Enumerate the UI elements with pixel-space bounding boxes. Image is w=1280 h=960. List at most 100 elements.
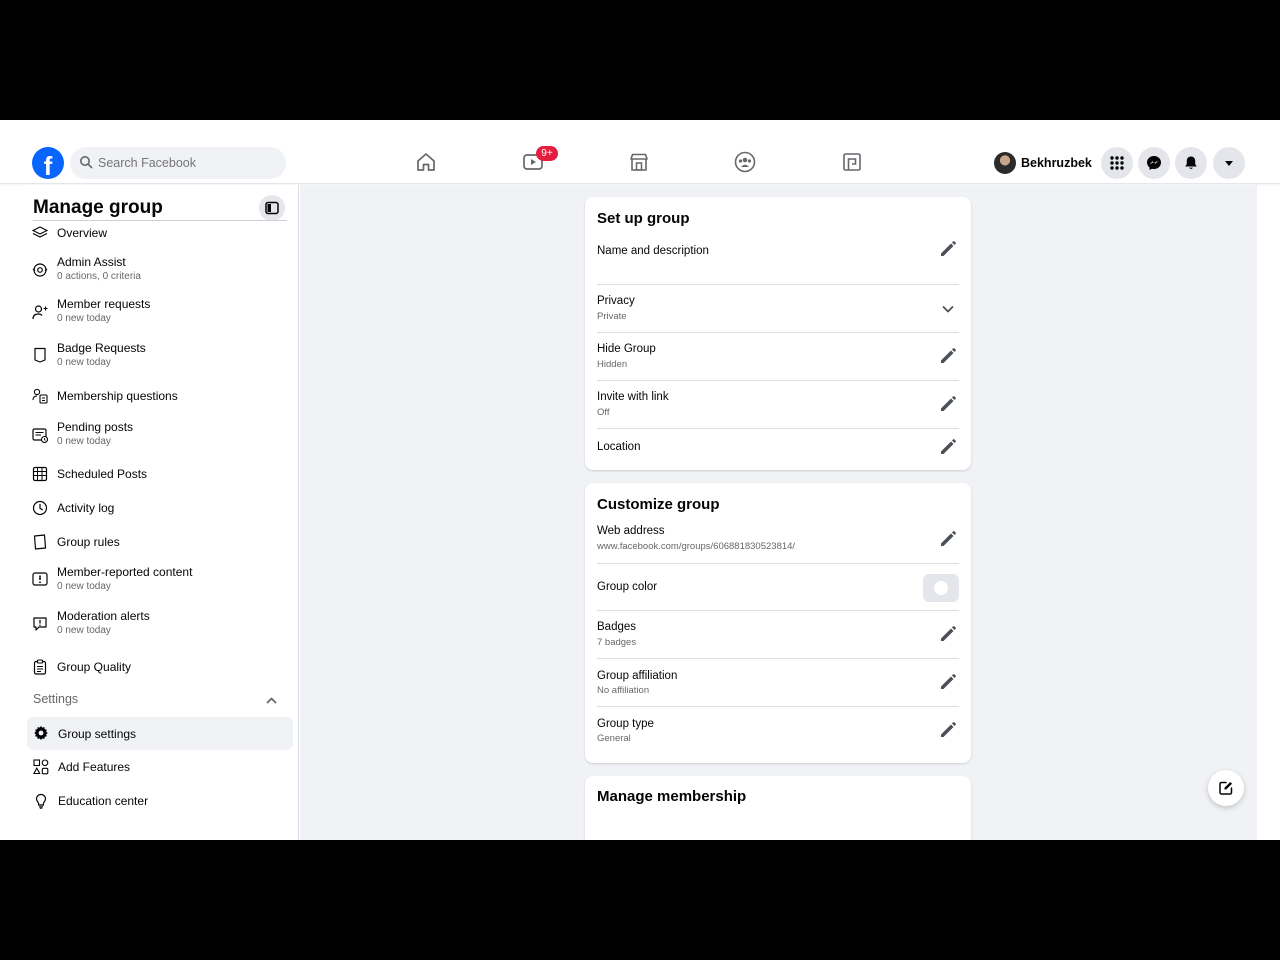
panel-toggle-icon <box>265 201 279 215</box>
pencil-icon[interactable] <box>937 345 959 367</box>
pencil-icon[interactable] <box>937 528 959 550</box>
sidebar-item-label: Pending posts <box>57 420 134 434</box>
sidebar-item-label: Badge Requests <box>57 341 146 355</box>
setting-label: Name and description <box>597 245 709 257</box>
sidebar-item-education-center[interactable]: Education center <box>27 788 293 814</box>
sidebar-item-label: Member requests <box>57 297 151 311</box>
setting-value: www.facebook.com/groups/606881830523814/ <box>597 541 796 552</box>
membership-questions-icon <box>32 388 48 404</box>
pencil-icon[interactable] <box>937 719 959 741</box>
setting-label: Invite with link <box>597 391 669 403</box>
search-input[interactable] <box>98 147 278 179</box>
sidebar-item-group-rules[interactable]: Group rules <box>26 530 292 554</box>
pencil-icon[interactable] <box>937 238 959 260</box>
lightbulb-icon <box>35 793 47 809</box>
color-dot <box>934 581 948 595</box>
notifications-button[interactable] <box>1175 147 1207 179</box>
customize-group-card: Customize group Web address www.facebook… <box>585 483 971 763</box>
account-button[interactable] <box>1213 147 1245 179</box>
sidebar-item-sublabel: 0 new today <box>57 313 111 324</box>
clipboard-icon <box>33 659 47 675</box>
chevron-down-icon[interactable] <box>937 298 959 320</box>
setup-group-card: Set up group Name and description Privac… <box>585 197 971 470</box>
setting-label: Group type <box>597 718 654 730</box>
facebook-logo-icon[interactable]: f <box>32 147 64 179</box>
shapes-icon <box>33 759 49 775</box>
layers-icon <box>32 226 48 238</box>
sidebar-item-pending-posts[interactable]: Pending posts 0 new today <box>26 417 292 451</box>
home-icon[interactable] <box>414 150 438 174</box>
gaming-icon[interactable] <box>840 150 864 174</box>
setting-row-web-address[interactable]: Web address www.facebook.com/groups/6068… <box>597 519 959 564</box>
messenger-button[interactable] <box>1138 147 1170 179</box>
sidebar-item-label: Add Features <box>58 760 131 774</box>
sidebar-item-activity-log[interactable]: Activity log <box>26 496 292 520</box>
pencil-icon[interactable] <box>937 671 959 693</box>
sidebar-item-label: Education center <box>58 794 149 808</box>
messenger-icon <box>1147 156 1161 170</box>
sidebar-divider <box>33 220 287 221</box>
setting-row-badges[interactable]: Badges 7 badges <box>597 611 959 659</box>
main-content: Set up group Name and description Privac… <box>300 185 1257 840</box>
chevron-up-icon[interactable] <box>265 694 278 707</box>
sidebar-item-group-quality[interactable]: Group Quality <box>26 655 292 679</box>
group-color-swatch[interactable] <box>923 574 959 602</box>
menu-button[interactable] <box>1101 147 1133 179</box>
sidebar-item-badge-requests[interactable]: Badge Requests 0 new today <box>26 338 292 372</box>
pencil-icon[interactable] <box>937 436 959 458</box>
new-message-button[interactable] <box>1208 770 1244 806</box>
setting-row-location[interactable]: Location <box>597 429 959 465</box>
report-icon <box>32 572 48 586</box>
collapse-sidebar-button[interactable] <box>259 195 285 221</box>
setting-row-group-affiliation[interactable]: Group affiliation No affiliation <box>597 659 959 707</box>
avatar[interactable] <box>994 152 1016 174</box>
sidebar-item-moderation-alerts[interactable]: Moderation alerts 0 new today <box>26 606 292 640</box>
groups-icon[interactable] <box>733 150 757 174</box>
pencil-icon[interactable] <box>937 623 959 645</box>
sidebar-item-label: Member-reported content <box>57 565 193 579</box>
setting-value: Hidden <box>597 359 628 370</box>
sidebar-item-overview[interactable]: Overview <box>26 222 292 244</box>
notification-count-badge: 9+ <box>536 146 558 161</box>
setting-row-name-description[interactable]: Name and description <box>597 237 959 285</box>
profile-name[interactable]: Bekhruzbek <box>1021 156 1092 170</box>
badge-icon <box>34 347 46 363</box>
settings-header-label: Settings <box>33 692 79 706</box>
setting-row-group-type[interactable]: Group type General <box>597 707 959 755</box>
sidebar-item-member-requests[interactable]: Member requests 0 new today <box>26 294 292 328</box>
sidebar-item-label: Group Quality <box>57 660 132 674</box>
sidebar-item-label: Membership questions <box>57 389 178 403</box>
sidebar-item-label: Moderation alerts <box>57 609 150 623</box>
sidebar-item-scheduled-posts[interactable]: Scheduled Posts <box>26 462 292 486</box>
rules-icon <box>33 534 47 550</box>
setting-label: Group color <box>597 581 658 593</box>
setting-value: General <box>597 733 631 744</box>
setting-label: Hide Group <box>597 343 656 355</box>
sidebar-item-add-features[interactable]: Add Features <box>27 754 293 780</box>
sidebar-item-label: Group rules <box>57 535 120 549</box>
sidebar-item-member-reported-content[interactable]: Member-reported content 0 new today <box>26 562 292 596</box>
setting-label: Group affiliation <box>597 670 678 682</box>
alert-icon <box>33 617 47 631</box>
pending-posts-icon <box>32 428 48 443</box>
search-box[interactable] <box>70 147 286 179</box>
setting-row-invite-link[interactable]: Invite with link Off <box>597 381 959 429</box>
marketplace-icon[interactable] <box>627 150 651 174</box>
compose-icon <box>1219 781 1233 795</box>
setting-value: No affiliation <box>597 685 650 696</box>
setting-label: Privacy <box>597 295 635 307</box>
setting-row-hide-group[interactable]: Hide Group Hidden <box>597 333 959 381</box>
setting-row-group-color[interactable]: Group color <box>597 564 959 611</box>
sidebar-item-label: Overview <box>57 226 108 240</box>
sidebar-item-group-settings[interactable]: Group settings <box>27 717 293 750</box>
customize-group-title: Customize group <box>597 496 720 513</box>
pencil-icon[interactable] <box>937 393 959 415</box>
gear-icon <box>34 726 48 740</box>
admin-assist-icon <box>32 263 48 277</box>
sidebar-title: Manage group <box>33 197 163 218</box>
setting-value: Private <box>597 311 627 322</box>
setting-row-privacy[interactable]: Privacy Private <box>597 285 959 333</box>
sidebar-item-membership-questions[interactable]: Membership questions <box>26 384 292 408</box>
setting-label: Location <box>597 441 641 453</box>
sidebar-item-admin-assist[interactable]: Admin Assist 0 actions, 0 criteria <box>26 252 292 286</box>
